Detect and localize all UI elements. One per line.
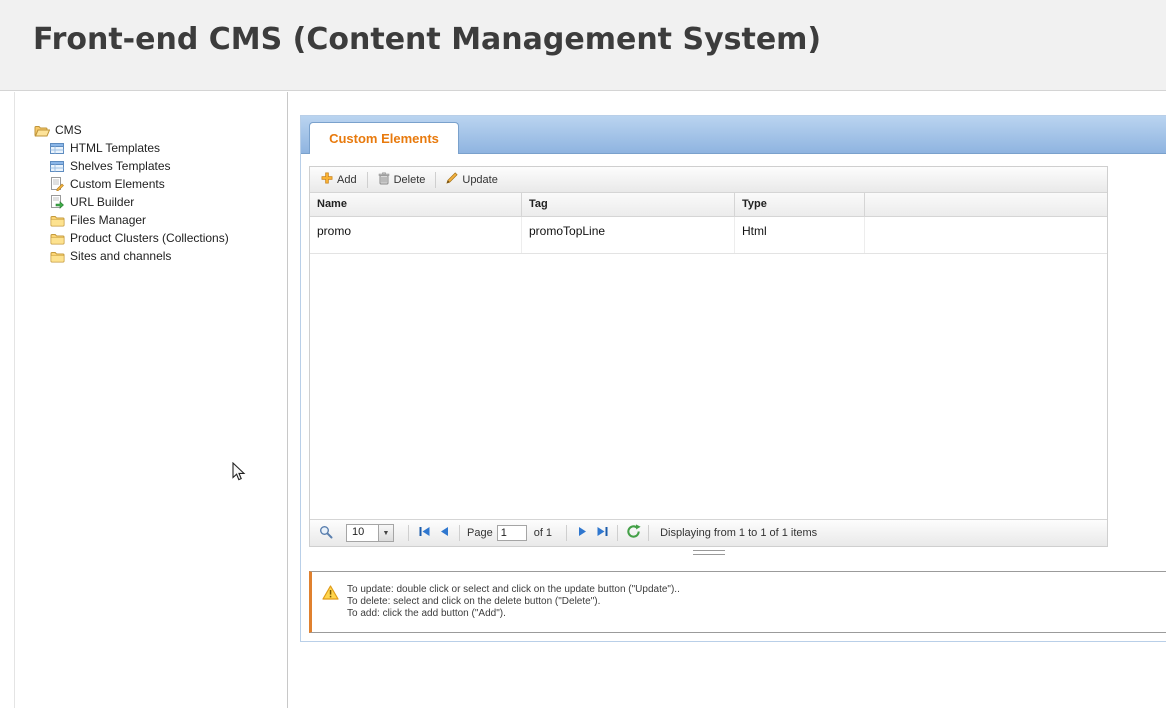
tree-node-label: Files Manager bbox=[70, 213, 146, 227]
table-header-row: Name Tag Type bbox=[310, 193, 1107, 217]
add-button[interactable]: Add bbox=[314, 168, 364, 191]
folder-open-icon bbox=[34, 123, 50, 137]
grip-lines-icon bbox=[693, 550, 725, 555]
main-panel: Custom Elements Add Delete bbox=[300, 115, 1166, 642]
panel-header-bar: Custom Elements bbox=[301, 116, 1166, 154]
column-header-empty bbox=[865, 193, 1107, 216]
page-title: Front-end CMS (Content Management System… bbox=[33, 22, 821, 57]
delete-button-label: Delete bbox=[394, 174, 426, 186]
first-page-icon bbox=[418, 525, 431, 541]
tree-node-sites-and-channels[interactable]: Sites and channels bbox=[15, 247, 287, 265]
first-page-button[interactable] bbox=[414, 523, 434, 543]
add-icon bbox=[321, 172, 333, 187]
info-line-add: To add: click the add button ("Add"). bbox=[347, 608, 680, 620]
folder-icon bbox=[49, 231, 65, 245]
last-page-button[interactable] bbox=[592, 523, 612, 543]
add-button-label: Add bbox=[337, 174, 357, 186]
toolbar-separator bbox=[367, 172, 368, 188]
paging-status: Displaying from 1 to 1 of 1 items bbox=[660, 527, 817, 539]
column-header-name[interactable]: Name bbox=[310, 193, 522, 216]
refresh-icon bbox=[626, 524, 641, 542]
folder-icon bbox=[49, 249, 65, 263]
prev-page-icon bbox=[438, 525, 451, 541]
next-page-icon bbox=[576, 525, 589, 541]
info-line-update: To update: double click or select and cl… bbox=[347, 584, 680, 596]
grid-toolbar: Add Delete Update bbox=[310, 167, 1107, 193]
paging-separator bbox=[648, 525, 649, 541]
tab-custom-elements[interactable]: Custom Elements bbox=[309, 122, 459, 154]
cell-name: promo bbox=[310, 217, 522, 253]
last-page-icon bbox=[596, 525, 609, 541]
tree-node-files-manager[interactable]: Files Manager bbox=[15, 211, 287, 229]
refresh-button[interactable] bbox=[623, 523, 643, 543]
table-body: promo promoTopLine Html bbox=[310, 217, 1107, 519]
tree-node-shelves-templates[interactable]: Shelves Templates bbox=[15, 157, 287, 175]
page-number-input[interactable] bbox=[497, 525, 527, 541]
prev-page-button[interactable] bbox=[434, 523, 454, 543]
tree-node-label: Custom Elements bbox=[70, 177, 165, 191]
trash-icon bbox=[378, 172, 390, 188]
column-header-type[interactable]: Type bbox=[735, 193, 865, 216]
page-label: Page bbox=[467, 527, 493, 539]
update-button[interactable]: Update bbox=[439, 168, 504, 191]
paging-separator bbox=[566, 525, 567, 541]
paging-toolbar: 10 ▼ Page of 1 bbox=[310, 519, 1107, 546]
search-icon bbox=[319, 525, 333, 542]
sidebar-tree: CMS HTML Templates Shelves Templates Cus… bbox=[14, 92, 288, 708]
column-header-tag[interactable]: Tag bbox=[522, 193, 735, 216]
page-header: Front-end CMS (Content Management System… bbox=[0, 0, 1166, 91]
warning-icon bbox=[322, 585, 339, 605]
page-size-value: 10 bbox=[347, 525, 378, 541]
info-text: To update: double click or select and cl… bbox=[347, 584, 680, 620]
info-line-delete: To delete: select and click on the delet… bbox=[347, 596, 680, 608]
tab-label: Custom Elements bbox=[329, 131, 439, 146]
tree-node-label: CMS bbox=[55, 123, 82, 137]
update-button-label: Update bbox=[462, 174, 497, 186]
cell-empty bbox=[865, 217, 1107, 253]
url-page-icon bbox=[49, 195, 65, 209]
tree-node-product-clusters[interactable]: Product Clusters (Collections) bbox=[15, 229, 287, 247]
tree-node-cms[interactable]: CMS bbox=[15, 121, 287, 139]
mouse-cursor bbox=[232, 462, 246, 487]
search-button[interactable] bbox=[316, 523, 336, 543]
info-box: To update: double click or select and cl… bbox=[309, 571, 1166, 633]
toolbar-separator bbox=[435, 172, 436, 188]
delete-button[interactable]: Delete bbox=[371, 168, 433, 192]
tree-node-label: Product Clusters (Collections) bbox=[70, 231, 229, 245]
table-row[interactable]: promo promoTopLine Html bbox=[310, 217, 1107, 254]
paging-separator bbox=[617, 525, 618, 541]
tree-node-custom-elements[interactable]: Custom Elements bbox=[15, 175, 287, 193]
tree-node-label: URL Builder bbox=[70, 195, 134, 209]
chevron-down-icon: ▼ bbox=[378, 525, 393, 541]
tree-node-label: Sites and channels bbox=[70, 249, 171, 263]
paging-separator bbox=[408, 525, 409, 541]
tree-node-label: Shelves Templates bbox=[70, 159, 171, 173]
cms-tree: CMS HTML Templates Shelves Templates Cus… bbox=[15, 92, 287, 265]
tree-node-label: HTML Templates bbox=[70, 141, 160, 155]
templates-icon bbox=[49, 141, 65, 155]
page-size-combo[interactable]: 10 ▼ bbox=[346, 524, 394, 542]
pencil-icon bbox=[446, 172, 458, 187]
paging-separator bbox=[459, 525, 460, 541]
edit-page-icon bbox=[49, 177, 65, 191]
folder-icon bbox=[49, 213, 65, 227]
next-page-button[interactable] bbox=[572, 523, 592, 543]
tree-node-url-builder[interactable]: URL Builder bbox=[15, 193, 287, 211]
custom-elements-grid: Add Delete Update Name Tag Type bbox=[309, 166, 1108, 547]
tree-node-html-templates[interactable]: HTML Templates bbox=[15, 139, 287, 157]
grid-resize-handle[interactable] bbox=[309, 549, 1108, 556]
cell-type: Html bbox=[735, 217, 865, 253]
cell-tag: promoTopLine bbox=[522, 217, 735, 253]
templates-icon bbox=[49, 159, 65, 173]
page-of-label: of 1 bbox=[534, 527, 552, 539]
